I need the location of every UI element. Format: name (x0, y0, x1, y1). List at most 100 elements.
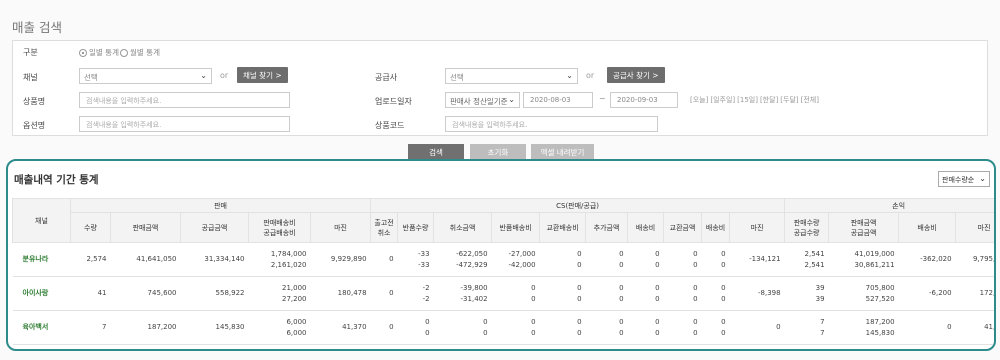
col-exchange-amount: 교환금액 (663, 212, 703, 243)
radio-selected-icon (79, 48, 87, 57)
col-cs-margin: 마진 (729, 212, 786, 243)
quick-15days[interactable]: [15일] (737, 95, 758, 105)
table-cell: 705,800 527,520 (828, 276, 899, 311)
sort-select[interactable]: 판매수량순 ⌄ (938, 171, 990, 187)
table-cell: 0 (729, 310, 785, 345)
channel-find-button[interactable]: 채널 찾기 > (237, 67, 288, 83)
stats-table: 채널 판매 CS(판매/공급) 손익 수량 판매금액 공급금액 판매배송비 공급배… (12, 198, 994, 345)
table-cell: 172,080 (955, 276, 994, 311)
date-to-input[interactable]: 2020-09-03 (610, 92, 678, 108)
table-cell: 00 (627, 276, 664, 311)
or-text: or (220, 71, 229, 80)
table-cell: 00 (701, 310, 730, 345)
page-title: 매출 검색 (12, 20, 62, 35)
table-cell: 187,200 (110, 310, 181, 345)
table-cell: 00 (585, 242, 628, 277)
table-cell: 745,600 (110, 276, 181, 311)
channel-link[interactable]: 육아백서 (12, 310, 71, 345)
table-cell: -362,020 (898, 242, 956, 277)
channel-select[interactable]: 선택 ⌄ (79, 68, 212, 84)
table-cell: 00 (627, 310, 664, 345)
table-cell: 00 (397, 310, 434, 345)
date-from-input[interactable]: 2020-08-03 (523, 92, 593, 108)
table-row: 분유나라 2,574 41,641,050 31,334,140 1,784,0… (12, 242, 994, 277)
channel-link[interactable]: 아이사랑 (12, 276, 71, 311)
table-cell: 41,641,050 (110, 242, 181, 277)
col-qty: 수량 (70, 212, 111, 243)
quick-today[interactable]: [오늘] (690, 95, 708, 105)
product-input[interactable]: 검색내용을 입력하주세요. (79, 92, 290, 108)
table-cell: 0 (370, 276, 398, 311)
table-cell: 41,019,000 30,861,211 (828, 242, 899, 277)
table-cell: 00 (663, 310, 702, 345)
supplier-select[interactable]: 선택 ⌄ (445, 68, 578, 84)
col-shipping: 판매배송비 공급배송비 (248, 212, 311, 243)
daily-radio[interactable]: 일별 통계 (79, 47, 119, 58)
table-cell: 41 (70, 276, 111, 311)
chevron-down-icon: ⌄ (566, 71, 573, 80)
table-cell: 00 (491, 310, 540, 345)
col-shipping-fee-2: 배송비 (701, 212, 731, 243)
date-type-select[interactable]: 판매사 정산일기준 ⌄ (445, 92, 520, 108)
date-separator: ~ (599, 94, 606, 103)
table-cell: 00 (701, 242, 730, 277)
option-label: 옵션명 (23, 121, 46, 130)
table-row: 아이사랑 41 745,600 558,922 21,000 27,200 180… (12, 276, 994, 311)
table-cell: 21,000 27,200 (248, 276, 311, 311)
chevron-down-icon: ⌄ (508, 95, 515, 104)
search-button[interactable]: 검색 (408, 144, 464, 160)
chevron-down-icon: ⌄ (200, 71, 207, 80)
reset-button[interactable]: 초기화 (470, 144, 526, 160)
table-cell: -39,800 -31,402 (433, 276, 492, 311)
table-cell: -6,200 (898, 276, 956, 311)
type-label: 구분 (23, 48, 38, 57)
table-cell: 00 (663, 276, 702, 311)
group-profit: 손익 (784, 198, 994, 213)
table-cell: 0 (370, 310, 398, 345)
code-input[interactable]: 검색내용을 입력하주세요. (445, 116, 658, 132)
table-cell: 00 (701, 276, 730, 311)
table-cell: 2,541 2,541 (784, 242, 829, 277)
table-cell: -33 -33 (397, 242, 434, 277)
col-return-shipping: 반품배송비 (491, 212, 541, 243)
table-cell: 9,795,769 (955, 242, 994, 277)
col-shipping-fee: 배송비 (627, 212, 665, 243)
quick-2months[interactable]: [두달] (780, 95, 798, 105)
table-cell: 31,334,140 (180, 242, 249, 277)
table-cell: 0 (370, 242, 398, 277)
table-cell: 00 (539, 276, 586, 311)
monthly-radio[interactable]: 월별 통계 (120, 47, 160, 58)
quick-all[interactable]: [전체] (801, 95, 819, 105)
quick-month[interactable]: [한달] (760, 95, 778, 105)
supplier-find-button[interactable]: 공급사 찾기 > (607, 67, 665, 83)
col-profit-amount: 판매금액 공급금액 (828, 212, 900, 243)
product-label: 상품명 (23, 97, 46, 106)
table-cell: 00 (433, 310, 492, 345)
col-profit-qty: 판매수량 공급수량 (784, 212, 830, 243)
group-sales: 판매 (69, 198, 372, 213)
quick-week[interactable]: [일주일] (710, 95, 735, 105)
or-text: or (586, 71, 595, 80)
channel-link[interactable]: 분유나라 (12, 242, 71, 277)
radio-empty-icon (120, 48, 128, 57)
stats-title: 매출내역 기간 통계 (14, 174, 99, 186)
table-cell: 180,478 (310, 276, 371, 311)
col-cancel-amount: 취소금액 (433, 212, 493, 243)
col-profit-margin: 마진 (955, 212, 994, 243)
stats-panel: 매출내역 기간 통계 판매수량순 ⌄ 채널 판매 CS(판매/공급) 손익 수량 … (6, 159, 996, 351)
table-cell: 00 (491, 276, 540, 311)
col-supply-amount: 공급금액 (180, 212, 249, 243)
col-return-qty: 반품수량 (397, 212, 435, 243)
col-exchange-shipping: 교환배송비 (539, 212, 587, 243)
table-cell: 558,922 (180, 276, 249, 311)
table-cell: 0 (898, 310, 956, 345)
table-cell: 77 (784, 310, 829, 345)
table-cell: 41,370 (955, 310, 994, 345)
option-input[interactable]: 검색내용을 입력하주세요. (79, 116, 290, 132)
col-margin: 마진 (309, 212, 372, 243)
col-sale-amount: 판매금액 (110, 212, 181, 243)
table-cell: 00 (663, 242, 702, 277)
excel-download-button[interactable]: 엑셀 내려받기 (531, 144, 594, 160)
table-cell: 41,370 (310, 310, 371, 345)
code-label: 상품코드 (375, 121, 405, 130)
